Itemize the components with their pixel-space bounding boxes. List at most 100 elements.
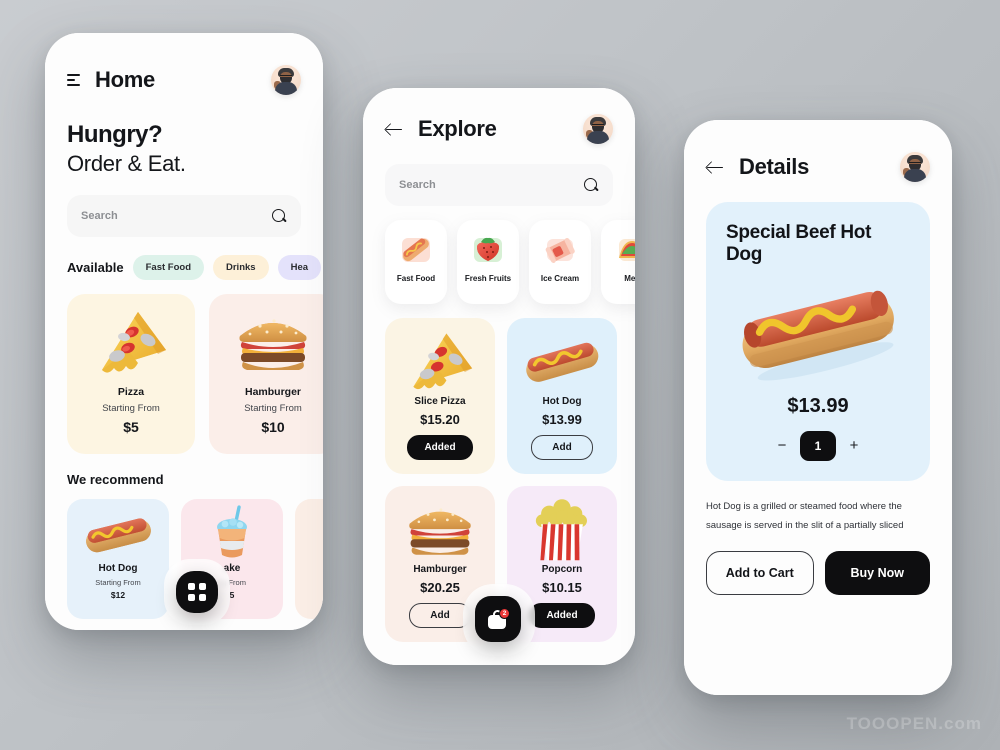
quantity-increment-button[interactable]: + <box>848 437 860 454</box>
explore-topbar: Explore <box>363 88 635 144</box>
pizza-slice-icon <box>88 306 174 380</box>
home-topbar: Home <box>45 33 323 95</box>
search-icon[interactable] <box>584 177 599 193</box>
available-label: Available <box>67 260 124 275</box>
product-price: $13.99 <box>542 412 582 427</box>
search-input[interactable]: Search <box>67 195 301 237</box>
apps-fab-button[interactable] <box>176 571 218 613</box>
pizza-slice-icon <box>400 328 480 396</box>
food-subtitle: Starting From <box>244 403 302 414</box>
search-input[interactable]: Search <box>385 164 613 206</box>
product-card-slice-pizza[interactable]: Slice Pizza $15.20 Added <box>385 318 495 474</box>
phone-details: Details Special Beef Hot Dog $13.99 − 1 … <box>684 120 952 695</box>
hamburger-icon <box>400 496 480 564</box>
avatar[interactable] <box>271 65 301 95</box>
product-price: $10.15 <box>542 580 582 595</box>
product-title: Special Beef Hot Dog <box>726 222 872 266</box>
back-arrow-icon[interactable] <box>385 120 404 139</box>
description-line-2: sausage is served in the slit of a parti… <box>706 519 904 531</box>
hot-dog-icon <box>399 230 433 268</box>
category-label: Ice Cream <box>540 274 580 283</box>
food-price: $5 <box>123 419 139 435</box>
home-headline: Hungry? Order & Eat. <box>45 121 323 177</box>
description-line-1: Hot Dog is a grilled or steamed food whe… <box>706 500 902 512</box>
category-mexican[interactable]: Mex <box>601 220 635 304</box>
search-placeholder: Search <box>399 179 436 191</box>
product-hero-card: Special Beef Hot Dog $13.99 − 1 + <box>706 202 930 481</box>
home-filter-row: Available Fast Food Drinks Hea <box>45 255 323 280</box>
category-ice-cream[interactable]: Ice Cream <box>529 220 591 304</box>
product-add-button[interactable]: Add <box>409 603 471 628</box>
rec-card-hot-dog[interactable]: Hot Dog Starting From $12 <box>67 499 169 619</box>
explore-screen: Explore Search Fast Food Fresh Fruits Ic… <box>363 88 635 665</box>
food-name: Pizza <box>117 386 145 398</box>
watermark: TOOOPEN.com <box>846 714 982 733</box>
milkshake-icon <box>202 505 262 561</box>
product-price: $20.25 <box>420 580 460 595</box>
hot-dog-icon <box>79 507 157 561</box>
rec-price: $12 <box>110 590 126 600</box>
quantity-decrement-button[interactable]: − <box>776 437 788 454</box>
quantity-stepper: − 1 + <box>726 430 910 481</box>
shopping-bag-icon: 2 <box>488 607 510 629</box>
explore-search-wrap: Search <box>363 164 635 206</box>
chip-healthy[interactable]: Hea <box>277 255 322 280</box>
food-price: $10 <box>261 419 285 435</box>
product-add-button[interactable]: Add <box>531 435 593 460</box>
category-list: Fast Food Fresh Fruits Ice Cream Me <box>363 220 635 304</box>
search-icon[interactable] <box>272 208 287 224</box>
product-name: Popcorn <box>541 564 583 575</box>
page-title: Details <box>739 154 810 179</box>
screenshot-stage: Home Hungry? Order & Eat. Search Availab… <box>0 0 1000 750</box>
popcorn-icon <box>315 507 323 561</box>
details-hero-wrap: Special Beef Hot Dog $13.99 − 1 + <box>684 202 952 481</box>
product-price: $15.20 <box>420 412 460 427</box>
category-label: Fast Food <box>396 274 436 283</box>
popcorn-icon <box>526 496 598 564</box>
headline-primary: Hungry? <box>67 121 163 148</box>
rec-name: Hot Dog <box>98 563 138 574</box>
category-fresh-fruits[interactable]: Fresh Fruits <box>457 220 519 304</box>
product-card-hot-dog[interactable]: Hot Dog $13.99 Add <box>507 318 617 474</box>
product-add-button[interactable]: Added <box>529 603 595 628</box>
product-add-button[interactable]: Added <box>407 435 473 460</box>
product-name: Hot Dog <box>542 396 582 407</box>
product-description: Hot Dog is a grilled or steamed food whe… <box>684 497 952 535</box>
quantity-value: 1 <box>800 430 836 461</box>
rec-price: 5 <box>229 590 235 600</box>
hamburger-icon <box>230 306 316 380</box>
food-card-pizza[interactable]: Pizza Starting From $5 <box>67 294 195 454</box>
rec-card-popcorn[interactable]: Po Sta <box>295 499 323 619</box>
food-name: Hamburger <box>244 386 301 398</box>
product-price: $13.99 <box>787 394 849 417</box>
food-subtitle: Starting From <box>102 403 160 414</box>
recommend-label: We recommend <box>67 472 164 487</box>
hot-dog-icon <box>519 328 605 396</box>
page-title: Home <box>95 67 155 92</box>
phone-explore: Explore Search Fast Food Fresh Fruits Ic… <box>363 88 635 665</box>
add-to-cart-button[interactable]: Add to Cart <box>706 550 814 595</box>
available-list: Pizza Starting From $5 Hamburger Startin… <box>45 294 323 454</box>
details-topbar: Details <box>684 120 952 182</box>
headline-secondary: Order & Eat. <box>67 151 186 176</box>
avatar[interactable] <box>583 114 613 144</box>
cart-fab-button[interactable]: 2 <box>475 596 521 642</box>
hot-dog-icon <box>726 267 910 395</box>
strawberry-icon <box>471 230 505 268</box>
chip-drinks[interactable]: Drinks <box>213 255 269 280</box>
chip-fast-food[interactable]: Fast Food <box>132 255 204 280</box>
home-screen: Home Hungry? Order & Eat. Search Availab… <box>45 33 323 630</box>
product-name: Slice Pizza <box>414 396 466 407</box>
taco-icon <box>615 230 635 268</box>
buy-now-button[interactable]: Buy Now <box>824 550 930 595</box>
phone-home: Home Hungry? Order & Eat. Search Availab… <box>45 33 323 630</box>
back-arrow-icon[interactable] <box>706 158 725 177</box>
details-screen: Details Special Beef Hot Dog $13.99 − 1 … <box>684 120 952 695</box>
product-name: Hamburger <box>413 564 467 575</box>
cart-badge: 2 <box>499 607 510 619</box>
category-fast-food[interactable]: Fast Food <box>385 220 447 304</box>
avatar[interactable] <box>900 152 930 182</box>
category-label: Mex <box>624 274 635 283</box>
food-card-hamburger[interactable]: Hamburger Starting From $10 <box>209 294 323 454</box>
hamburger-menu-icon[interactable] <box>67 74 81 86</box>
